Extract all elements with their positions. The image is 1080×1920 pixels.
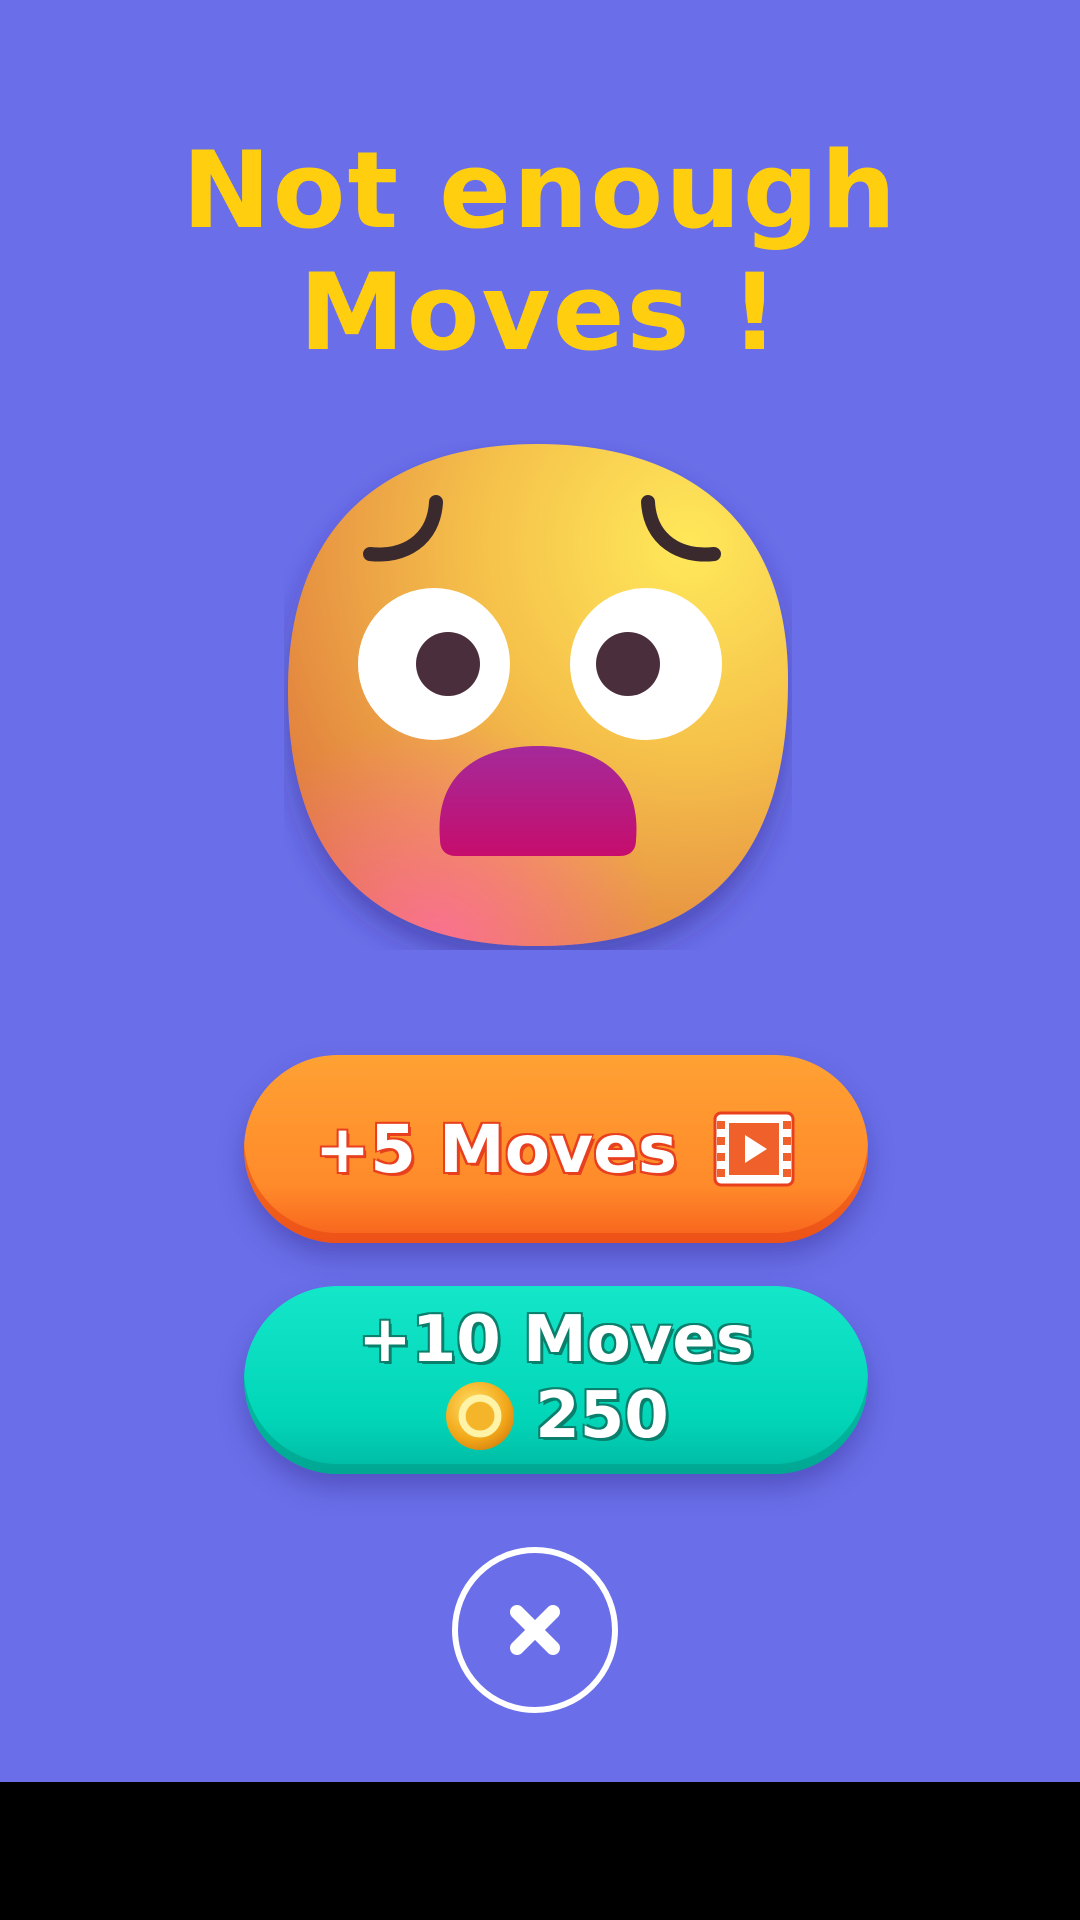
- coin-price: 250: [535, 1379, 669, 1453]
- coin-icon: [446, 1382, 515, 1450]
- title-line-2: Moves !: [299, 251, 781, 374]
- film-video-icon: [713, 1111, 795, 1187]
- system-navigation-bar: [0, 1782, 1080, 1920]
- coin-button-label: +10 Moves: [358, 1303, 754, 1377]
- close-button[interactable]: [452, 1547, 618, 1713]
- ad-button-label: +5 Moves: [314, 1110, 678, 1188]
- game-popup-screen: Not enough Moves ! +5 Moves +10 Moves 25…: [0, 0, 1080, 1782]
- plus-5-moves-ad-button[interactable]: +5 Moves: [244, 1055, 868, 1243]
- plus-10-moves-coins-button[interactable]: +10 Moves 250: [244, 1286, 868, 1474]
- worried-face-icon: [288, 444, 788, 946]
- price-row: 250: [443, 1379, 669, 1453]
- close-icon: [510, 1605, 560, 1655]
- title-line-1: Not enough: [181, 129, 899, 252]
- popup-title: Not enough Moves !: [0, 130, 1080, 374]
